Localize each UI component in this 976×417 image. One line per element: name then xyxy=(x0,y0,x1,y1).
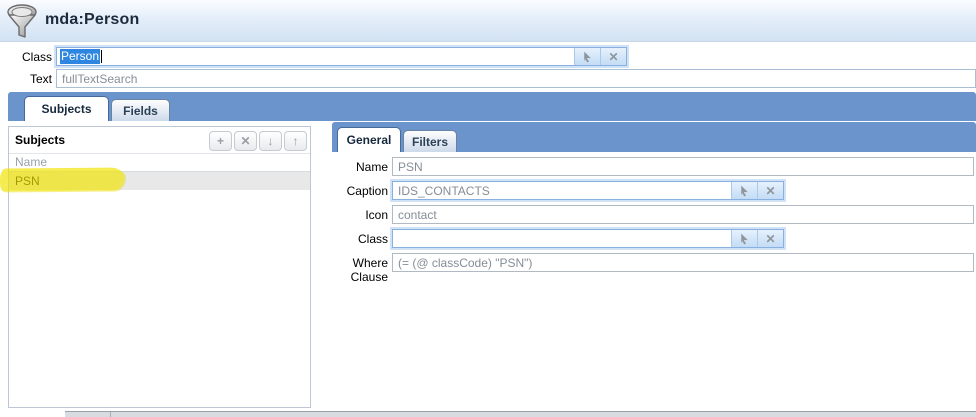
funnel-icon xyxy=(6,3,40,39)
class-field-selected-text: Person xyxy=(60,49,100,64)
caption-navigate-button[interactable] xyxy=(731,182,757,199)
subjects-column-header: Name xyxy=(9,154,310,172)
window-title-bar: mda:Person xyxy=(0,0,976,42)
subjects-panel-title: Subjects xyxy=(15,133,65,147)
class-clear-button[interactable]: ✕ xyxy=(600,48,626,65)
detail-tab-bar: General Filters xyxy=(332,122,976,152)
name-field-label: Name xyxy=(326,160,388,174)
tab-filters[interactable]: Filters xyxy=(403,130,457,152)
subjects-panel: Subjects + ✕ ↓ ↑ Name PSN xyxy=(8,126,311,408)
add-icon[interactable]: + xyxy=(209,131,232,151)
icon-field-label: Icon xyxy=(326,208,388,222)
class-navigate-button[interactable] xyxy=(574,48,600,65)
caption-field[interactable]: IDS_CONTACTS ✕ xyxy=(392,181,784,200)
tab-subjects[interactable]: Subjects xyxy=(24,96,109,121)
main-tab-bar: Subjects Fields xyxy=(8,92,976,121)
move-up-icon[interactable]: ↑ xyxy=(284,131,307,151)
lower-grid-header-edge xyxy=(65,411,976,417)
class-field[interactable]: Person ✕ xyxy=(56,47,627,66)
text-field-value: fullTextSearch xyxy=(62,72,137,86)
caption-field-label: Caption xyxy=(326,184,388,198)
class-lookup-navigate-button[interactable] xyxy=(731,230,757,247)
tab-fields[interactable]: Fields xyxy=(111,99,170,121)
class-field-label: Class xyxy=(2,50,52,64)
where-clause-label: Where Clause xyxy=(322,256,388,284)
caption-clear-button[interactable]: ✕ xyxy=(757,182,783,199)
class-lookup-field[interactable]: ✕ xyxy=(392,229,784,248)
where-clause-field[interactable]: (= (@ classCode) "PSN") xyxy=(392,253,974,272)
subjects-toolbar: + ✕ ↓ ↑ xyxy=(207,131,307,151)
page-title: mda:Person xyxy=(45,11,139,29)
text-caret xyxy=(101,50,102,63)
move-down-icon[interactable]: ↓ xyxy=(259,131,282,151)
class-lookup-label: Class xyxy=(326,232,388,246)
tab-general[interactable]: General xyxy=(337,127,401,152)
name-field[interactable]: PSN xyxy=(392,157,974,176)
text-field[interactable]: fullTextSearch xyxy=(56,69,976,88)
subject-row-psn[interactable]: PSN xyxy=(9,172,310,190)
subjects-panel-header: Subjects + ✕ ↓ ↑ xyxy=(9,127,310,154)
grid-column-divider xyxy=(110,412,111,417)
class-lookup-clear-button[interactable]: ✕ xyxy=(757,230,783,247)
icon-field[interactable]: contact xyxy=(392,205,974,224)
text-field-label: Text xyxy=(2,72,52,86)
delete-icon[interactable]: ✕ xyxy=(234,131,257,151)
